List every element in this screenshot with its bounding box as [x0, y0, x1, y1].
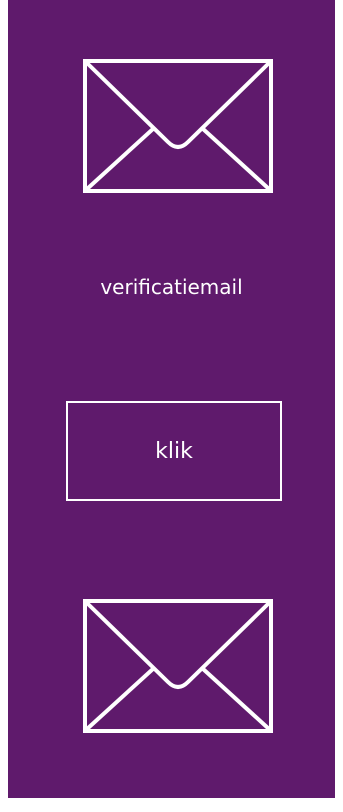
envelope-icon [82, 598, 274, 734]
click-button[interactable]: klik [66, 401, 282, 501]
verification-panel [8, 0, 335, 798]
verification-email-caption: verificatiemail [100, 275, 243, 299]
envelope-icon [82, 58, 274, 194]
